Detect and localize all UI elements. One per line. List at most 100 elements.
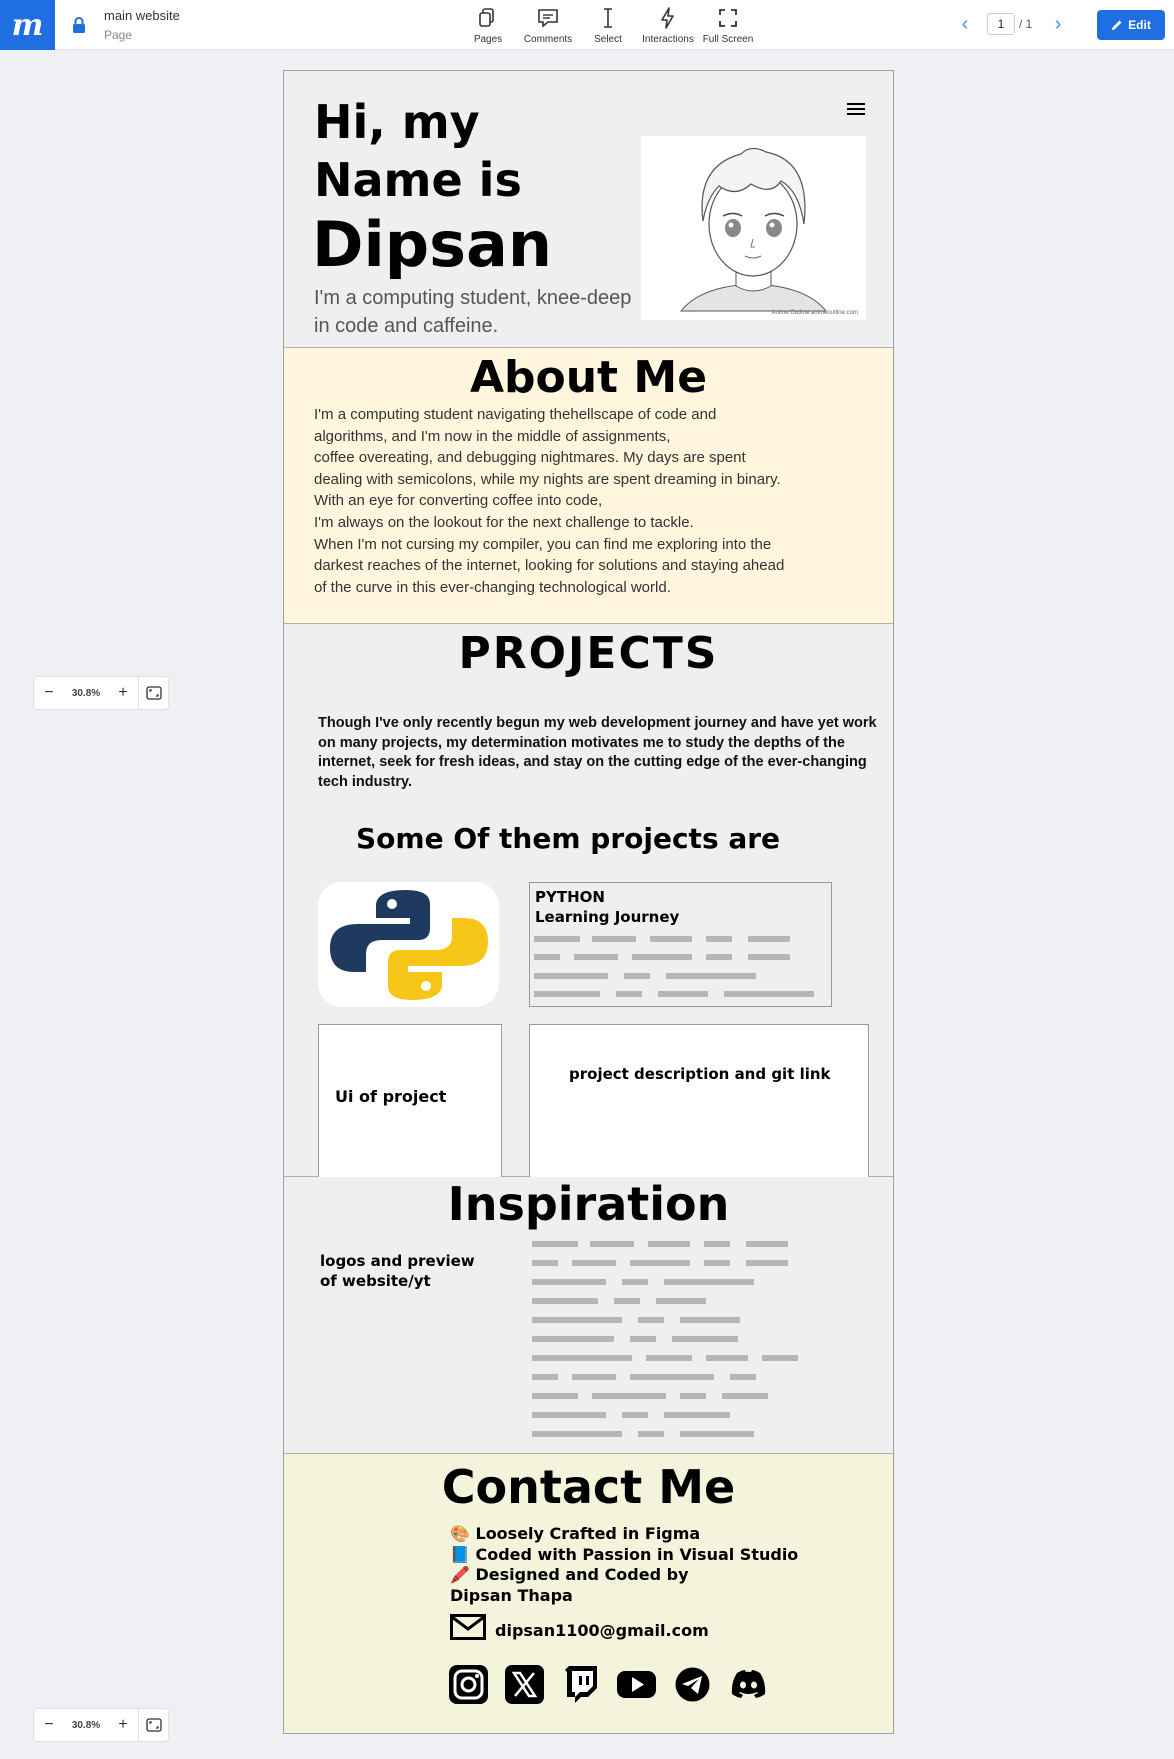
placeholder-line xyxy=(622,1412,648,1418)
telegram-icon[interactable] xyxy=(672,1664,713,1705)
project-description-box[interactable]: project description and git link xyxy=(529,1024,869,1179)
about-text: I'm a computing student navigating thehe… xyxy=(314,406,785,596)
zoom-in-button[interactable]: + xyxy=(108,684,138,702)
placeholder-line xyxy=(534,973,608,979)
discord-icon[interactable] xyxy=(728,1664,769,1705)
avatar-credit: Anime Outline animeoutline.com xyxy=(771,310,858,316)
avatar-image: Anime Outline animeoutline.com xyxy=(641,136,866,320)
placeholder-line xyxy=(680,1317,740,1323)
placeholder-line xyxy=(616,991,642,997)
placeholder-line xyxy=(638,1431,664,1437)
placeholder-line xyxy=(630,1336,656,1342)
view-tools: Pages Comments Select Interactions Full … xyxy=(458,6,758,45)
placeholder-line xyxy=(532,1431,622,1437)
youtube-icon[interactable] xyxy=(616,1664,657,1705)
select-label: Select xyxy=(594,34,622,45)
zoom-in-button[interactable]: + xyxy=(108,1716,138,1734)
zoom-level: 30.8% xyxy=(71,687,101,699)
python-logo xyxy=(318,882,499,1007)
placeholder-line xyxy=(706,1355,748,1361)
lock-icon[interactable] xyxy=(70,16,88,34)
placeholder-line xyxy=(724,991,814,997)
email-link[interactable]: dipsan1100@gmail.com xyxy=(495,1621,709,1640)
top-toolbar: m main website Page Pages Comments Selec… xyxy=(0,0,1174,50)
hero-greeting-line2: Name is xyxy=(314,153,522,207)
interactions-label: Interactions xyxy=(642,34,694,45)
inspiration-text: logos and preview of website/yt xyxy=(320,1252,475,1290)
interactions-tool[interactable]: Interactions xyxy=(638,6,698,45)
placeholder-line xyxy=(624,973,650,979)
placeholder-line xyxy=(534,936,580,942)
text-cursor-icon xyxy=(604,8,612,28)
placeholder-line xyxy=(630,1374,714,1380)
hero-tagline: I'm a computing student, knee-deep in co… xyxy=(314,287,632,337)
instagram-icon[interactable] xyxy=(448,1664,489,1705)
contact-heading: Contact Me xyxy=(441,1460,736,1514)
mail-icon[interactable] xyxy=(450,1614,486,1640)
credit-line: 🖍️ Designed and Coded by xyxy=(450,1565,689,1584)
placeholder-line xyxy=(532,1374,558,1380)
contact-section: Contact Me 🎨 Loosely Crafted in Figma 📘 … xyxy=(284,1454,893,1733)
placeholder-line xyxy=(762,1355,798,1361)
select-tool[interactable]: Select xyxy=(578,6,638,45)
placeholder-line xyxy=(704,1260,730,1266)
page-number-input[interactable]: 1 xyxy=(987,13,1015,35)
project-subtitle: Page xyxy=(104,28,133,42)
placeholder-line xyxy=(730,1374,756,1380)
comments-tool[interactable]: Comments xyxy=(518,6,578,45)
about-section: About Me I'm a computing student navigat… xyxy=(284,348,893,624)
placeholder-line xyxy=(704,1241,730,1247)
placeholder-line xyxy=(748,936,790,942)
pages-icon xyxy=(479,8,494,27)
pages-tool[interactable]: Pages xyxy=(458,6,518,45)
projects-intro: Though I've only recently begun my web d… xyxy=(318,715,877,790)
chevron-right-icon[interactable]: › xyxy=(1047,13,1069,35)
fit-to-screen-icon[interactable] xyxy=(138,676,168,710)
placeholder-line xyxy=(532,1241,578,1247)
python-project-card[interactable]: PYTHON Learning Journey xyxy=(529,882,832,1007)
placeholder-line xyxy=(622,1279,648,1285)
hamburger-menu-icon[interactable] xyxy=(847,101,867,117)
project-ui-preview[interactable]: Ui of project xyxy=(318,1024,502,1179)
placeholder-line xyxy=(672,1336,738,1342)
hero-greeting-line1: Hi, my xyxy=(314,95,480,149)
app-logo[interactable]: m xyxy=(0,0,55,50)
fullscreen-tool[interactable]: Full Screen xyxy=(698,6,758,45)
inspiration-section: Inspiration logos and preview of website… xyxy=(284,1177,893,1454)
x-icon[interactable] xyxy=(504,1664,545,1705)
fit-to-screen-icon[interactable] xyxy=(138,1708,168,1742)
placeholder-line xyxy=(722,1393,768,1399)
chevron-left-icon[interactable]: ‹ xyxy=(954,13,976,35)
zoom-level: 30.8% xyxy=(71,1719,101,1731)
placeholder-line xyxy=(590,1241,634,1247)
placeholder-line xyxy=(614,1298,640,1304)
placeholder-line xyxy=(632,954,692,960)
edit-label: Edit xyxy=(1128,18,1151,32)
placeholder-line xyxy=(656,1298,706,1304)
zoom-out-button[interactable]: − xyxy=(34,1716,64,1734)
placeholder-line xyxy=(532,1393,578,1399)
placeholder-line xyxy=(746,1241,788,1247)
project-title[interactable]: main website xyxy=(104,8,180,23)
placeholder-line xyxy=(650,936,692,942)
edit-button[interactable]: Edit xyxy=(1097,10,1165,40)
credits-list: 🎨 Loosely Crafted in Figma 📘 Coded with … xyxy=(450,1524,798,1606)
design-canvas[interactable]: Hi, my Name is Dipsan I'm a computing st… xyxy=(283,70,894,1734)
placeholder-line xyxy=(534,991,600,997)
hero-section: Hi, my Name is Dipsan I'm a computing st… xyxy=(284,71,893,348)
placeholder-line xyxy=(572,1260,616,1266)
placeholder-line xyxy=(664,1279,754,1285)
projects-section: PROJECTS Though I've only recently begun… xyxy=(284,624,893,1179)
placeholder-line xyxy=(532,1317,622,1323)
placeholder-line xyxy=(664,1412,730,1418)
zoom-out-button[interactable]: − xyxy=(34,684,64,702)
twitch-icon[interactable] xyxy=(560,1664,601,1705)
project-card-subtitle: Learning Journey xyxy=(535,908,680,926)
page-total: / 1 xyxy=(1019,17,1033,31)
lightning-icon xyxy=(661,7,674,29)
social-links xyxy=(448,1664,769,1705)
fullscreen-icon xyxy=(719,9,737,27)
placeholder-line xyxy=(534,954,560,960)
project-card-title: PYTHON xyxy=(535,888,605,906)
credit-line: Dipsan Thapa xyxy=(450,1585,573,1605)
